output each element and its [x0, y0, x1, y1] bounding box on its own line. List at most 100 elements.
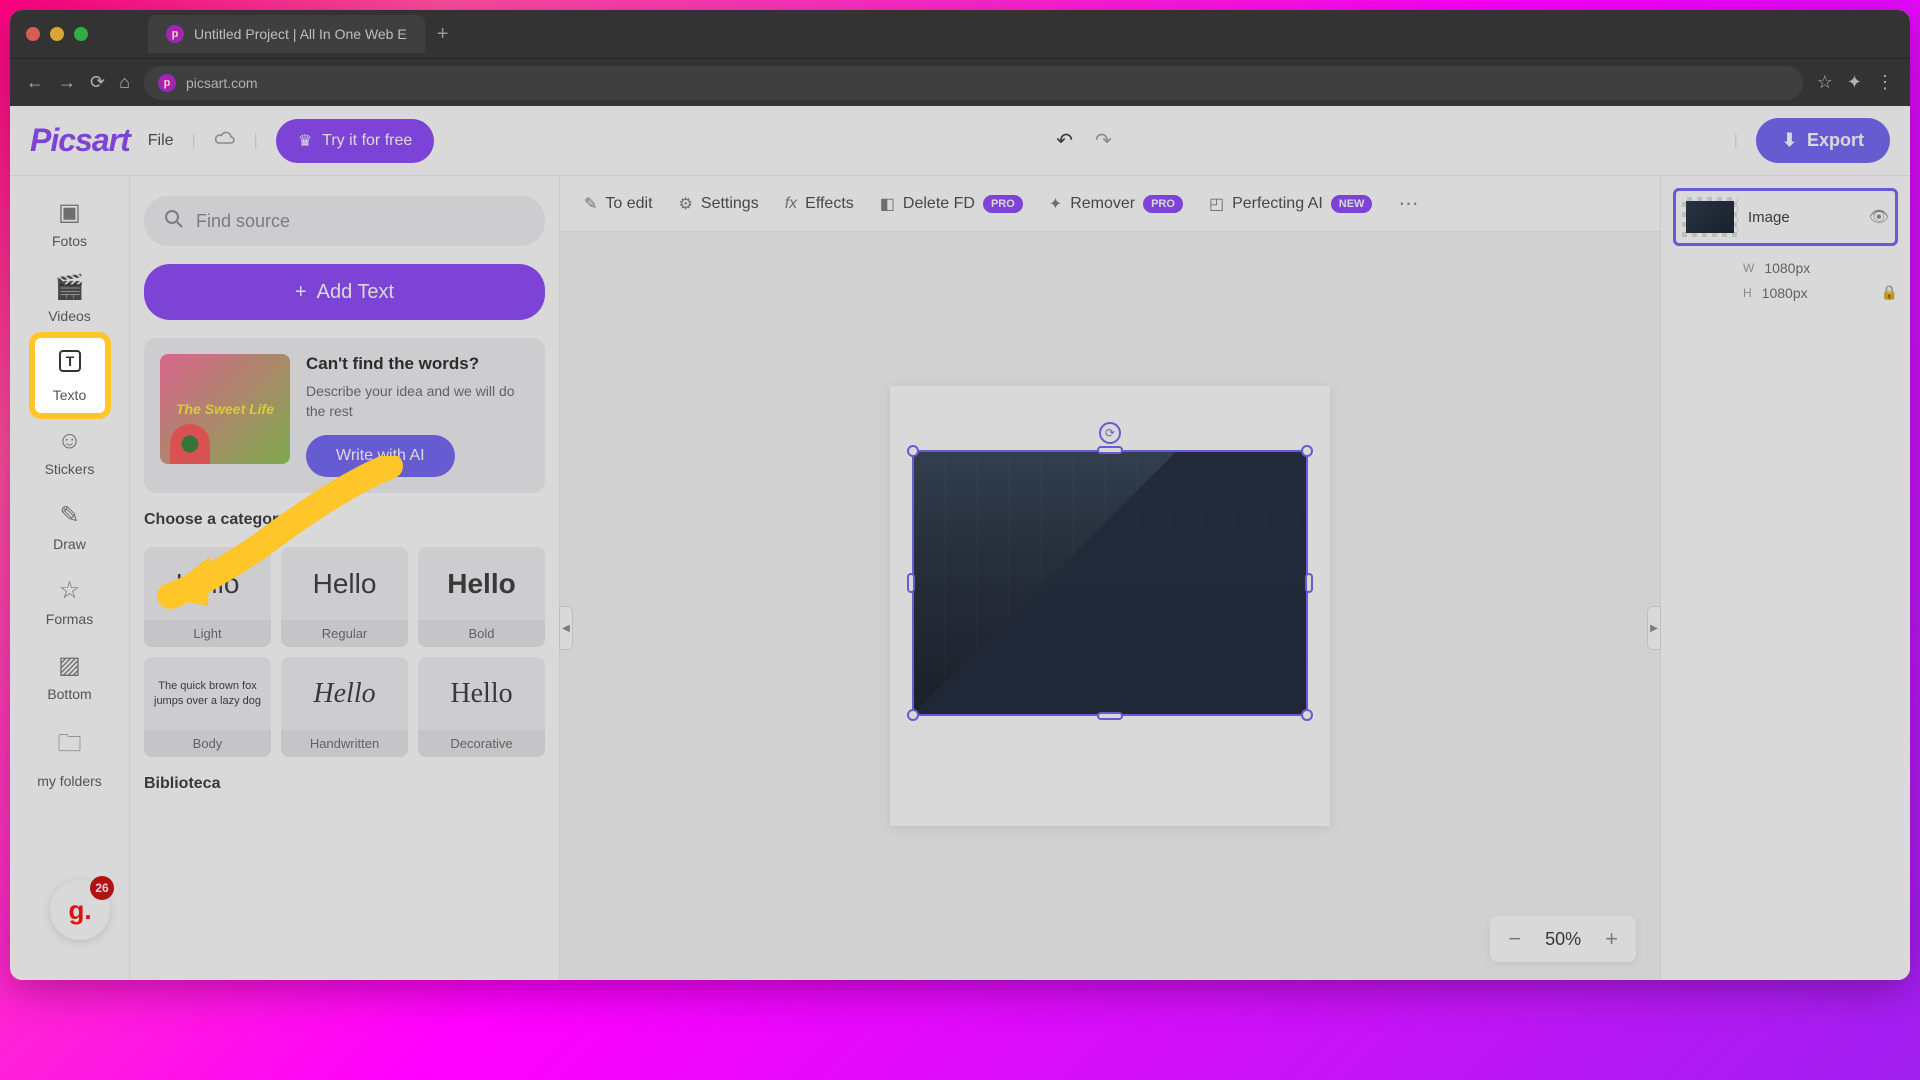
style-preview: Hello — [450, 657, 512, 730]
resize-handle-ml[interactable] — [907, 573, 915, 593]
collapse-right-handle[interactable]: ▶ — [1647, 606, 1661, 650]
search-icon — [164, 209, 184, 234]
rail-item-my-folders[interactable]: 🗀 my folders — [35, 716, 105, 799]
toolbar-to-edit[interactable]: ✎ To edit — [584, 194, 653, 214]
selected-image[interactable]: ⟳ — [912, 450, 1308, 716]
style-card-handwritten[interactable]: HelloHandwritten — [281, 657, 408, 757]
height-value: 1080px — [1762, 285, 1808, 301]
style-card-body[interactable]: The quick brown fox jumps over a lazy do… — [144, 657, 271, 757]
resize-handle-tl[interactable] — [907, 445, 919, 457]
back-button[interactable]: ← — [26, 72, 44, 93]
style-card-regular[interactable]: HelloRegular — [281, 547, 408, 647]
titlebar: p Untitled Project | All In One Web E + — [10, 10, 1910, 58]
perfecting-ai-label: Perfecting AI — [1232, 195, 1323, 213]
site-favicon-icon: p — [158, 74, 176, 92]
resize-handle-mr[interactable] — [1305, 573, 1313, 593]
layer-card[interactable]: Image 👁 — [1673, 188, 1898, 246]
resize-handle-mb[interactable] — [1097, 712, 1123, 720]
file-menu[interactable]: File — [148, 132, 174, 150]
search-input[interactable]: Find source — [144, 196, 545, 246]
artboard[interactable]: ⟳ — [890, 386, 1330, 826]
rail-item-videos[interactable]: 🎬 Videos — [35, 263, 105, 334]
rail-item-bottom[interactable]: ▨ Bottom — [35, 641, 105, 712]
browser-menu-icon[interactable]: ⋮ — [1876, 72, 1894, 93]
library-title: Biblioteca — [144, 775, 545, 793]
search-placeholder: Find source — [196, 211, 290, 232]
browser-tab[interactable]: p Untitled Project | All In One Web E — [148, 15, 425, 53]
try-free-label: Try it for free — [322, 132, 412, 150]
crown-icon: ♛ — [298, 131, 312, 151]
zoom-out-button[interactable]: − — [1508, 926, 1521, 952]
ai-button-label: Write with AI — [336, 447, 425, 465]
maximize-window-button[interactable] — [74, 27, 88, 41]
add-text-button[interactable]: + Add Text — [144, 264, 545, 320]
extensions-icon[interactable]: ✦ — [1847, 72, 1862, 93]
close-window-button[interactable] — [26, 27, 40, 41]
resize-handle-mt[interactable] — [1097, 446, 1123, 454]
remover-label: Remover — [1070, 195, 1135, 213]
toolbar-perfecting-ai[interactable]: ◰ Perfecting AI NEW — [1209, 194, 1373, 214]
style-label: Bold — [418, 620, 545, 647]
remover-icon: ✦ — [1049, 194, 1062, 214]
zoom-in-button[interactable]: + — [1605, 926, 1618, 952]
style-label: Decorative — [418, 730, 545, 757]
logo[interactable]: Picsart — [30, 122, 130, 159]
style-label: Regular — [281, 620, 408, 647]
folder-icon: 🗀 — [58, 726, 82, 767]
try-free-button[interactable]: ♛ Try it for free — [276, 119, 434, 163]
svg-text:T: T — [65, 353, 74, 369]
toolbar-settings[interactable]: ⚙ Settings — [679, 194, 759, 214]
style-card-light[interactable]: HelloLight — [144, 547, 271, 647]
style-card-decorative[interactable]: HelloDecorative — [418, 657, 545, 757]
rail-item-stickers[interactable]: ☺ Stickers — [35, 417, 105, 487]
url-input[interactable]: p picsart.com — [144, 66, 1803, 100]
toolbar-more-button[interactable]: ⋯ — [1398, 191, 1418, 216]
draw-icon: ✎ — [59, 501, 79, 530]
separator: | — [1734, 132, 1738, 150]
redo-button[interactable]: ↷ — [1095, 128, 1112, 153]
shapes-icon: ☆ — [59, 576, 81, 605]
resize-handle-bl[interactable] — [907, 709, 919, 721]
add-text-label: Add Text — [317, 281, 394, 304]
toolbar-effects[interactable]: fx Effects — [785, 195, 854, 213]
cloud-sync-icon[interactable] — [214, 130, 236, 151]
rotate-handle[interactable]: ⟳ — [1099, 422, 1121, 444]
toolbar-delete-fd[interactable]: ◧ Delete FD PRO — [880, 194, 1023, 214]
toolbar-remover[interactable]: ✦ Remover PRO — [1049, 194, 1183, 214]
minimize-window-button[interactable] — [50, 27, 64, 41]
style-card-bold[interactable]: HelloBold — [418, 547, 545, 647]
resize-handle-tr[interactable] — [1301, 445, 1313, 457]
write-with-ai-button[interactable]: Write with AI — [306, 435, 455, 477]
ai-writer-card: The Sweet Life Can't find the words? Des… — [144, 338, 545, 493]
bookmark-icon[interactable]: ☆ — [1817, 72, 1833, 93]
undo-button[interactable]: ↶ — [1056, 128, 1073, 153]
browser-window: p Untitled Project | All In One Web E + … — [10, 10, 1910, 980]
collapse-left-handle[interactable]: ◀ — [559, 606, 573, 650]
export-button[interactable]: ⬇ Export — [1756, 118, 1890, 163]
stickers-icon: ☺ — [57, 427, 82, 455]
home-button[interactable]: ⌂ — [119, 72, 130, 93]
width-label: W — [1743, 261, 1754, 275]
effects-label: Effects — [805, 195, 854, 213]
rail-label: Bottom — [47, 686, 91, 702]
rail-item-draw[interactable]: ✎ Draw — [35, 491, 105, 562]
new-tab-button[interactable]: + — [437, 23, 449, 46]
tab-title: Untitled Project | All In One Web E — [194, 26, 407, 42]
reload-button[interactable]: ⟳ — [90, 72, 105, 93]
canvas-stage[interactable]: ◀ ▶ ⟳ − — [560, 232, 1660, 980]
rail-item-texto[interactable]: T Texto — [35, 338, 105, 413]
style-preview: Hello — [313, 547, 377, 620]
style-preview: The quick brown fox jumps over a lazy do… — [144, 657, 271, 730]
forward-button[interactable]: → — [58, 72, 76, 93]
edit-icon: ✎ — [584, 194, 597, 214]
effects-icon: fx — [785, 195, 797, 213]
rail-item-formas[interactable]: ☆ Formas — [35, 566, 105, 637]
visibility-icon[interactable]: 👁 — [1869, 207, 1889, 227]
canvas-area: ✎ To edit ⚙ Settings fx Effects ◧ Delete… — [560, 176, 1660, 980]
rail-item-fotos[interactable]: ▣ Fotos — [35, 188, 105, 259]
new-badge: NEW — [1331, 195, 1373, 213]
separator: | — [254, 132, 258, 150]
lock-aspect-icon[interactable]: 🔒 — [1881, 284, 1898, 301]
resize-handle-br[interactable] — [1301, 709, 1313, 721]
guide-badge[interactable]: g. — [50, 880, 110, 940]
